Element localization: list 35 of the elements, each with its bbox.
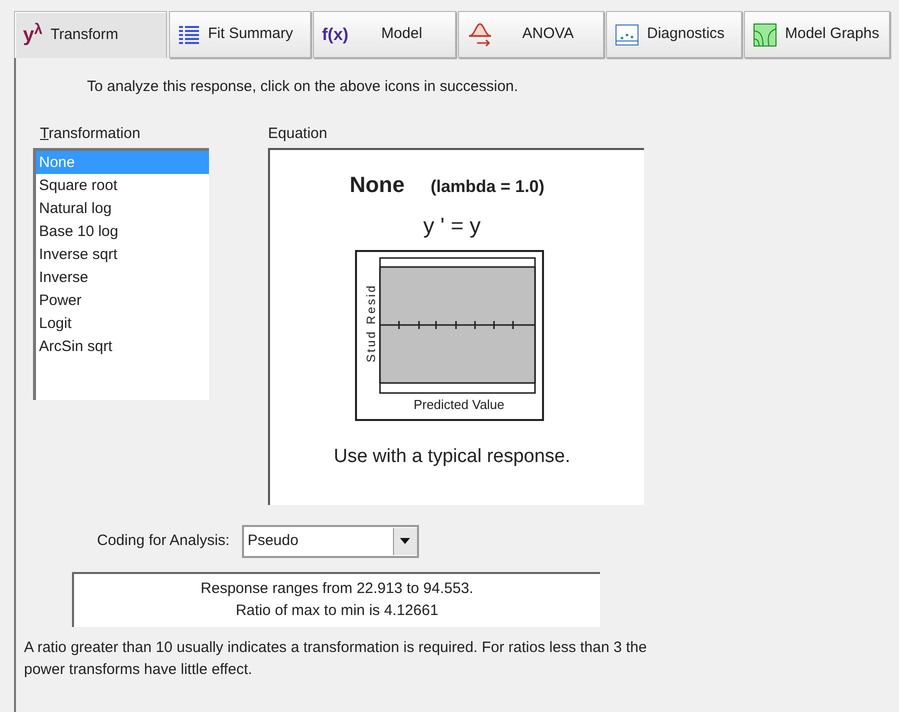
tab[interactable]: Model Graphs — [744, 11, 890, 58]
list-item[interactable]: Power — [36, 288, 209, 312]
function-icon: f(x) — [322, 26, 348, 43]
list-item[interactable]: Square root — [36, 174, 209, 196]
list-item[interactable]: ArcSin sqrt — [36, 334, 209, 358]
list-item[interactable]: Inverse sqrt — [36, 242, 209, 266]
contour-plot-icon — [753, 22, 777, 46]
response-info-line: Ratio of max to min is 4.12661 — [236, 601, 438, 621]
tab[interactable]: Fit Summary — [169, 11, 311, 58]
list-item[interactable]: Logit — [36, 312, 209, 334]
tab[interactable]: Diagnostics — [606, 11, 742, 58]
tab[interactable]: y$^{λ}$ Transform — [14, 11, 167, 58]
list-item[interactable]: Natural log — [36, 196, 209, 220]
x-axis-label: Predicted Value — [412, 396, 504, 414]
transformation-list[interactable]: None Square root Natural log Base 10 log Inverse sqrt Inverse Power Logit ArcSin sqrt — [33, 148, 209, 400]
transform-name: None — [350, 170, 405, 198]
coding-label: Coding for Analysis: — [97, 530, 230, 551]
usage-note: Use with a typical response. — [334, 444, 572, 468]
y-axis-label: Stud Resid — [362, 282, 378, 362]
instruction-text: To analyze this response, click on the above icons in succession. — [87, 78, 518, 95]
equation-label: Equation — [268, 124, 328, 144]
transformation-label: Transformation — [39, 124, 142, 144]
lambda-value: (lambda = 1.0) — [430, 176, 544, 198]
list-item[interactable]: Inverse — [36, 266, 209, 288]
formula-text: y ' = y — [423, 212, 482, 240]
lambda-icon: y$^{λ}$ — [23, 25, 42, 45]
scatter-plot-icon — [615, 24, 639, 46]
list-item[interactable]: Base 10 log — [36, 220, 209, 242]
footer-text: A ratio greater than 10 usually indicates a transformation is required. For ratios less than 3 the power transforms have little effect. — [23, 638, 648, 680]
tab[interactable]: f(x) Model — [313, 11, 456, 58]
response-info-line: Response ranges from 22.913 to 94.553. — [200, 579, 474, 599]
tab[interactable]: ANOVA — [458, 11, 604, 58]
bell-curve-icon — [467, 22, 493, 48]
coding-dropdown[interactable]: Pseudo — [242, 524, 419, 558]
table-icon — [178, 24, 200, 46]
